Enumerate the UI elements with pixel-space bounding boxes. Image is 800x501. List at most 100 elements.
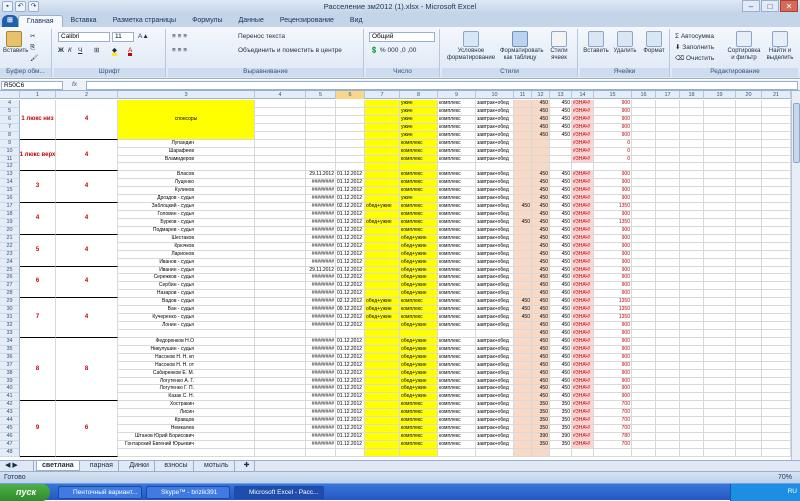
cell[interactable] [704, 314, 736, 323]
cell[interactable] [365, 171, 400, 180]
cell[interactable]: 450 [532, 282, 550, 291]
cell[interactable] [736, 417, 762, 426]
cell[interactable] [680, 314, 704, 323]
cell[interactable]: обед+ужин [400, 258, 438, 267]
cell[interactable]: завтрак+обед [476, 282, 514, 291]
cell[interactable] [762, 274, 791, 283]
column-header[interactable]: 14 [572, 91, 594, 99]
cell[interactable] [680, 139, 704, 148]
cell[interactable] [680, 250, 704, 259]
wrap-text-button[interactable]: Перенос текста [238, 32, 285, 42]
cell[interactable] [438, 448, 476, 457]
cell[interactable] [632, 322, 656, 330]
cell[interactable]: 900 [594, 107, 632, 116]
cell[interactable] [365, 329, 400, 338]
cell[interactable] [255, 433, 306, 441]
cell[interactable]: 450 [532, 131, 550, 140]
cell[interactable]: #ЗНАЧ! [572, 290, 594, 299]
column-header[interactable]: 7 [365, 91, 400, 99]
cell[interactable] [762, 322, 791, 330]
cell[interactable] [656, 361, 680, 370]
cell[interactable] [704, 266, 736, 275]
cell[interactable]: обед+ужин [400, 242, 438, 251]
cell[interactable] [514, 147, 532, 156]
cell[interactable]: #ЗНАЧ! [572, 337, 594, 346]
cell[interactable]: завтрак+обед [476, 155, 514, 164]
cell[interactable] [306, 123, 336, 132]
cell[interactable] [255, 123, 306, 132]
cell[interactable]: 29.11.2012 [306, 171, 336, 180]
cell[interactable] [306, 329, 336, 338]
cell[interactable]: обед+ужин [400, 377, 438, 386]
row-header[interactable]: 5 [0, 107, 20, 116]
cell[interactable] [118, 329, 255, 338]
cell[interactable] [704, 155, 736, 164]
cell[interactable]: #ЗНАЧ! [572, 123, 594, 132]
cell[interactable]: #ЗНАЧ! [572, 361, 594, 370]
cell[interactable]: ######## [306, 242, 336, 251]
cell[interactable] [255, 218, 306, 227]
cell[interactable] [632, 203, 656, 211]
cell[interactable]: обед+ужин [400, 361, 438, 370]
cell[interactable] [255, 266, 306, 275]
cell[interactable] [632, 211, 656, 219]
group-name-cell[interactable]: 5 [20, 234, 56, 267]
cell[interactable] [656, 425, 680, 434]
cell[interactable]: Власов [118, 171, 255, 180]
cell[interactable] [514, 409, 532, 418]
row-header[interactable]: 7 [0, 123, 20, 132]
cell[interactable]: 01.12.2012 [336, 187, 365, 196]
row-header[interactable]: 29 [0, 298, 20, 307]
cell[interactable] [514, 163, 532, 172]
cell[interactable]: комплекс [438, 171, 476, 180]
cell[interactable] [736, 147, 762, 156]
cell[interactable] [336, 123, 365, 132]
cell[interactable] [365, 163, 400, 172]
cell[interactable]: ужин [400, 195, 438, 204]
cell[interactable]: ужин [400, 115, 438, 124]
cell[interactable]: ######## [306, 433, 336, 441]
column-header[interactable]: 9 [438, 91, 476, 99]
cell[interactable] [365, 337, 400, 346]
cell[interactable] [704, 187, 736, 196]
cell[interactable]: #ЗНАЧ! [572, 329, 594, 338]
cell[interactable]: комплекс [400, 314, 438, 323]
cell[interactable] [632, 361, 656, 370]
cell[interactable] [704, 448, 736, 457]
cell[interactable] [255, 290, 306, 299]
cell[interactable] [762, 100, 791, 108]
format-as-table-button[interactable]: Форматировать как таблицу [500, 31, 544, 62]
row-header[interactable]: 32 [0, 322, 20, 330]
cell[interactable]: 0 [594, 155, 632, 164]
cell[interactable] [632, 242, 656, 251]
cell[interactable]: завтрак+обед [476, 115, 514, 124]
cell[interactable]: комплекс [438, 433, 476, 441]
cell[interactable]: #ЗНАЧ! [572, 187, 594, 196]
cell[interactable] [365, 139, 400, 148]
cell[interactable]: 450 [550, 226, 572, 235]
cell[interactable] [704, 139, 736, 148]
cell[interactable] [572, 163, 594, 172]
cell[interactable]: обед+ужин [400, 322, 438, 330]
cell[interactable]: 01.12.2012 [336, 171, 365, 180]
merge-center-button[interactable]: Объединить и поместить в центре [238, 46, 342, 56]
row-header[interactable]: 12 [0, 163, 20, 172]
cell[interactable]: завтрак+обед [476, 234, 514, 243]
cell[interactable]: #ЗНАЧ! [572, 282, 594, 291]
cell[interactable]: 450 [532, 345, 550, 354]
group-count-cell[interactable]: 4 [56, 298, 118, 338]
cell[interactable] [656, 195, 680, 204]
cell[interactable] [656, 440, 680, 449]
cell[interactable]: 01.12.2012 [336, 258, 365, 267]
column-header[interactable]: 18 [680, 91, 704, 99]
cell[interactable]: комплекс [438, 195, 476, 204]
cell[interactable] [656, 353, 680, 362]
group-name-cell[interactable]: 8 [20, 337, 56, 402]
group-count-cell[interactable]: 4 [56, 203, 118, 235]
cell[interactable] [680, 274, 704, 283]
cell[interactable]: 450 [550, 115, 572, 124]
cell[interactable] [704, 234, 736, 243]
cell[interactable] [255, 409, 306, 418]
cell[interactable] [255, 226, 306, 235]
cell[interactable] [762, 211, 791, 219]
